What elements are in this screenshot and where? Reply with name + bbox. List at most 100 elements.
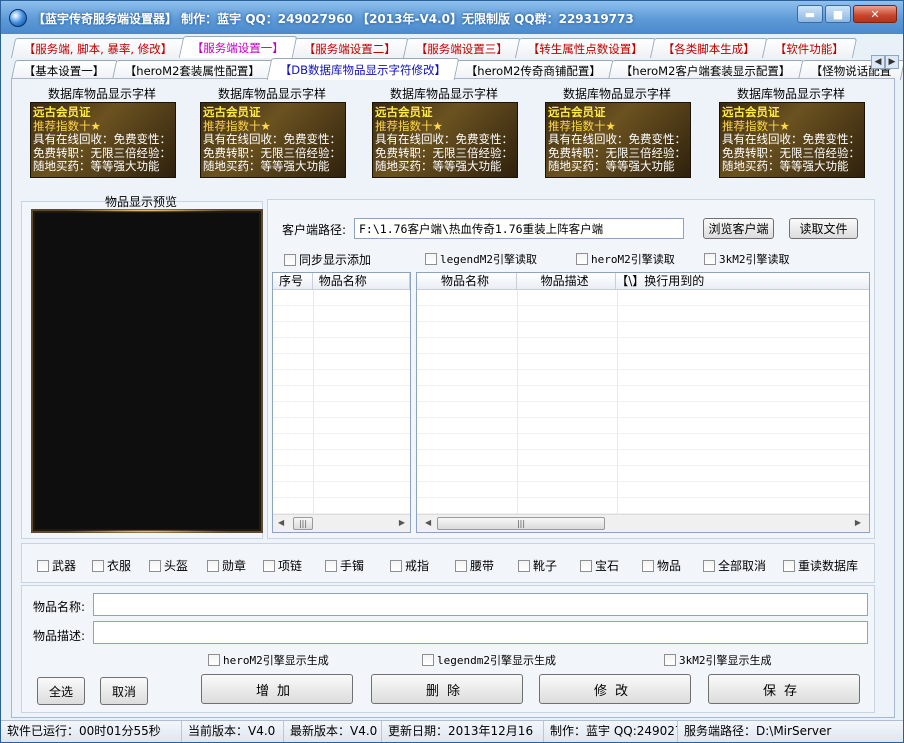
gen-hero-checkbox[interactable]: heroM2引擎显示生成 [208, 652, 329, 668]
tab-server-settings-2[interactable]: 【服务端设置二】 [291, 38, 410, 58]
client-path-label: 客户端路径: [282, 223, 347, 237]
horizontal-scrollbar[interactable]: ◀ ||| ▶ [273, 514, 410, 532]
sample-thumbnail[interactable]: 数据库物品显示字样 远古会员证 推荐指数十★ 具有在线回收：免费变性： 免费转职… [537, 85, 697, 185]
close-button[interactable]: ✕ [853, 5, 897, 23]
sample-line: 具有在线回收：免费变性： [33, 132, 171, 146]
checkbox-box-icon [207, 559, 219, 572]
sample-line: 推荐指数十★ [375, 118, 443, 133]
scroll-right-icon[interactable]: ▶ [855, 518, 861, 527]
checkbox-box-icon [325, 559, 337, 572]
scroll-left-icon[interactable]: ◀ [278, 518, 284, 527]
category-item-checkbox[interactable]: 物品 [642, 557, 681, 574]
read-file-button[interactable]: 读取文件 [789, 218, 858, 239]
delete-button[interactable]: 删除 [371, 674, 523, 704]
gen-3k-checkbox[interactable]: 3kM2引擎显示生成 [664, 652, 772, 668]
checkbox-box-icon [422, 654, 434, 666]
title-bar[interactable]: 【蓝宇传奇服务端设置器】 制作：蓝宇 QQ：249027960 【2013年-V… [1, 1, 903, 34]
sample-line: 推荐指数十★ [722, 118, 790, 133]
column-header[interactable]: 序号 [273, 273, 313, 290]
tab-software-features[interactable]: 【软件功能】 [762, 38, 858, 58]
tab-script-gen[interactable]: 【各类脚本生成】 [650, 38, 769, 58]
save-button[interactable]: 保存 [708, 674, 860, 704]
scroll-thumb[interactable]: ||| [293, 517, 313, 530]
tab-herom2-set-attr[interactable]: 【heroM2套装属性配置】 [111, 60, 273, 80]
hero-read-checkbox[interactable]: heroM2引擎读取 [576, 251, 675, 267]
modify-button[interactable]: 修改 [539, 674, 691, 704]
category-ring-checkbox[interactable]: 戒指 [390, 557, 429, 574]
column-header[interactable]: 【\】换行用到的 [616, 273, 869, 290]
status-current-version: 当前版本：V4.0 [182, 721, 284, 742]
add-button[interactable]: 增加 [201, 674, 353, 704]
item-detail-list[interactable]: 物品名称 物品描述 【\】换行用到的 ◀ ||| ▶ [416, 272, 870, 533]
tab-db-item-display[interactable]: 【DB数据库物品显示字符修改】 [266, 58, 460, 80]
category-helmet-checkbox[interactable]: 头盔 [149, 557, 188, 574]
tab-scroll-left-icon[interactable]: ◀ [871, 55, 885, 69]
category-weapon-checkbox[interactable]: 武器 [37, 557, 76, 574]
category-boots-checkbox[interactable]: 靴子 [518, 557, 557, 574]
list-rows [417, 290, 869, 514]
category-necklace-checkbox[interactable]: 项链 [263, 557, 302, 574]
browse-client-button[interactable]: 浏览客户端 [703, 218, 774, 239]
checkbox-box-icon [455, 559, 467, 572]
reload-database-checkbox[interactable]: 重读数据库 [783, 557, 858, 574]
checkbox-box-icon [704, 253, 716, 265]
scroll-left-icon[interactable]: ◀ [425, 518, 431, 527]
select-all-button[interactable]: 全选 [37, 677, 85, 705]
item-name-input[interactable] [93, 593, 868, 616]
tab-server-settings-1[interactable]: 【服务端设置一】 [179, 36, 298, 58]
item-index-list[interactable]: 序号 物品名称 ◀ ||| ▶ [272, 272, 411, 533]
tab-herom2-shop[interactable]: 【heroM2传奇商铺配置】 [452, 60, 615, 80]
status-bar: 软件已运行：00时01分55秒 当前版本：V4.0 最新版本：V4.0 更新日期… [1, 720, 903, 742]
column-divider [617, 290, 618, 514]
scroll-right-icon[interactable]: ▶ [399, 518, 405, 527]
column-header[interactable]: 物品描述 [517, 273, 617, 290]
maximize-button[interactable]: ■ [825, 5, 851, 23]
sample-image: 远古会员证 推荐指数十★ 具有在线回收：免费变性： 免费转职：无限三倍经验： 随… [200, 102, 346, 178]
horizontal-scrollbar[interactable]: ◀ ||| ▶ [417, 514, 869, 532]
sample-thumbnail[interactable]: 数据库物品显示字样 远古会员证 推荐指数十★ 具有在线回收：免费变性： 免费转职… [22, 85, 182, 185]
tab-rebirth-points[interactable]: 【转生属性点数设置】 [515, 38, 657, 58]
status-update-date: 更新日期：2013年12月16 [382, 721, 544, 742]
gen-legend-checkbox[interactable]: legendm2引擎显示生成 [422, 652, 556, 668]
tab-herom2-client-set[interactable]: 【heroM2客户端套装显示配置】 [607, 60, 804, 80]
tab-server-settings-3[interactable]: 【服务端设置三】 [403, 38, 522, 58]
column-header[interactable]: 物品名称 [417, 273, 517, 290]
checkbox-box-icon [263, 559, 275, 572]
scroll-thumb[interactable]: ||| [437, 517, 605, 530]
3k-read-checkbox[interactable]: 3kM2引擎读取 [704, 251, 790, 267]
checkbox-box-icon [580, 559, 592, 572]
sample-title: 数据库物品显示字样 [736, 87, 845, 101]
legend-read-checkbox[interactable]: legendM2引擎读取 [425, 251, 537, 267]
category-medal-checkbox[interactable]: 勋章 [207, 557, 246, 574]
client-path-input[interactable]: F:\1.76客户端\热血传奇1.76重装上阵客户端 [354, 218, 684, 239]
column-header[interactable]: 物品名称 [313, 273, 410, 290]
sample-line: 具有在线回收：免费变性： [548, 132, 686, 146]
sample-thumbnail[interactable]: 数据库物品显示字样 远古会员证 推荐指数十★ 具有在线回收：免费变性： 免费转职… [711, 85, 871, 185]
category-bracelet-checkbox[interactable]: 手镯 [325, 557, 364, 574]
tab-server-script[interactable]: 【服务端, 脚本, 暴率, 修改】 [10, 38, 186, 58]
sample-line: 免费转职：无限三倍经验： [375, 145, 513, 160]
sample-title: 数据库物品显示字样 [47, 87, 156, 101]
sample-line: 推荐指数十★ [203, 118, 271, 133]
cancel-button[interactable]: 取消 [100, 677, 148, 705]
sample-thumbnail[interactable]: 数据库物品显示字样 远古会员证 推荐指数十★ 具有在线回收：免费变性： 免费转职… [192, 85, 352, 185]
checkbox-box-icon [642, 559, 654, 572]
sync-display-checkbox[interactable]: 同步显示添加 [284, 251, 371, 268]
checkbox-box-icon [92, 559, 104, 572]
preview-frame-glow [63, 530, 231, 533]
item-desc-input[interactable] [93, 621, 868, 644]
sample-line: 随地买药：等等强大功能 [548, 159, 675, 173]
uncheck-all-checkbox[interactable]: 全部取消 [703, 557, 766, 574]
sample-image: 远古会员证 推荐指数十★ 具有在线回收：免费变性： 免费转职：无限三倍经验： 随… [30, 102, 176, 178]
sub-tab-row: 【基本设置一】 【heroM2套装属性配置】 【DB数据库物品显示字符修改】 【… [10, 58, 903, 80]
category-gem-checkbox[interactable]: 宝石 [580, 557, 619, 574]
tab-basic-settings[interactable]: 【基本设置一】 [10, 60, 118, 80]
sample-line: 具有在线回收：免费变性： [722, 132, 860, 146]
category-armor-checkbox[interactable]: 衣服 [92, 557, 131, 574]
sample-thumbnail[interactable]: 数据库物品显示字样 远古会员证 推荐指数十★ 具有在线回收：免费变性： 免费转职… [364, 85, 524, 185]
minimize-button[interactable]: ▬ [797, 5, 823, 23]
tab-scroll-right-icon[interactable]: ▶ [885, 55, 899, 69]
category-belt-checkbox[interactable]: 腰带 [455, 557, 494, 574]
sample-title: 数据库物品显示字样 [389, 87, 498, 101]
column-divider [517, 290, 518, 514]
